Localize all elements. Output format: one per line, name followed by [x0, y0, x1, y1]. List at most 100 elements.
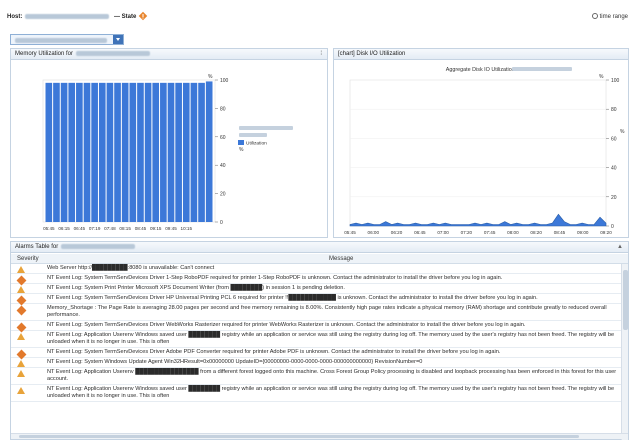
y-tick-label: 0 [220, 220, 223, 226]
host-selector-value [15, 37, 107, 43]
memory-chart: 020406080100%%05:45 06:15 06:45 07:19 07:48 0… [42, 74, 293, 231]
state-warning-icon[interactable] [138, 11, 148, 21]
plot-area [349, 79, 607, 227]
table-row[interactable]: NT Event Log: System TermServDevices Dri… [11, 321, 621, 333]
vertical-scrollbar[interactable] [621, 264, 628, 440]
memory-panel-header: Memory Utilization for ⁞ [11, 49, 327, 60]
y-tick-label: 100 [220, 78, 229, 84]
x-tick-label: 05:45 [344, 230, 356, 235]
severity-cell [16, 275, 27, 286]
message-cell: NT Event Log: Application Userenv Window… [47, 386, 615, 399]
x-tick-label: 07:19 [89, 226, 101, 231]
scroll-thumb[interactable] [623, 270, 628, 330]
y-top-marker: % [599, 74, 604, 80]
disk-io-panel: [chart] Disk I/O Utilization Aggregate D… [333, 48, 629, 238]
bar [152, 82, 160, 222]
table-row[interactable]: Web Server http://█████████:8080 is unav… [11, 264, 621, 274]
memory-panel-host-redacted [76, 51, 151, 56]
severity-cell [16, 305, 27, 316]
table-row[interactable]: NT Event Log: System Print Printer Micro… [11, 284, 621, 294]
y-tick-label: 80 [220, 106, 226, 112]
table-row[interactable]: NT Event Log: Application Userenv ██████… [11, 368, 621, 385]
x-tick-label: 08:45 [554, 230, 566, 235]
severity-cell [17, 333, 25, 340]
severity-cell [17, 370, 25, 377]
x-tick-label: 09:45 [165, 226, 177, 231]
col-message[interactable]: Message [329, 256, 353, 262]
y-tick-label: 40 [611, 166, 617, 172]
x-tick-label: 06:45 [414, 230, 426, 235]
x-tick-label: 07:00 [437, 230, 449, 235]
severity-cell [17, 387, 25, 394]
severity-cell [17, 360, 25, 367]
table-row[interactable]: Memory_Shortage : The Page Rate is avera… [11, 304, 621, 321]
x-tick-label: 07:45 [484, 230, 496, 235]
bar [45, 82, 53, 222]
warning-icon [17, 387, 25, 394]
severity-cell [17, 266, 25, 273]
y-tick-label: 60 [611, 136, 617, 142]
hscroll-thumb[interactable] [19, 435, 579, 438]
legend-swatch [238, 140, 244, 145]
bar [129, 82, 137, 222]
host-selector[interactable] [10, 34, 124, 45]
x-tick-label: 08:00 [507, 230, 519, 235]
bar [83, 82, 91, 222]
warning-icon [17, 370, 25, 377]
bar [137, 82, 144, 222]
disk-chart: Aggregate Disk IO Utilization on02040608… [344, 67, 625, 235]
host-label: Host: [7, 14, 23, 20]
pin-icon[interactable]: ⁞ [320, 51, 322, 57]
critical-icon [16, 305, 27, 316]
bar [175, 82, 182, 222]
table-row[interactable]: NT Event Log: System TermServDevices Dri… [11, 294, 621, 306]
y-tick-label: 40 [220, 163, 226, 169]
col-severity[interactable]: Severity [17, 256, 39, 262]
x-tick-label: 09:00 [577, 230, 589, 235]
message-cell: NT Event Log: System TermServDevices Dri… [47, 295, 538, 301]
time-range-label: time range [599, 14, 628, 20]
warning-icon [17, 266, 25, 273]
warning-icon [17, 333, 25, 340]
y-tick-label: 100 [611, 78, 620, 84]
host-name-redacted [25, 14, 109, 19]
x-tick-label: 06:00 [368, 230, 380, 235]
y-top-marker: % [208, 74, 213, 80]
severity-cell [16, 349, 27, 360]
message-cell: NT Event Log: System TermServDevices Dri… [47, 322, 526, 328]
chevron-down-icon[interactable] [113, 35, 123, 44]
table-row[interactable]: NT Event Log: System TermServDevices Dri… [11, 274, 621, 286]
severity-cell [17, 286, 25, 293]
x-tick-label: 08:45 [135, 226, 147, 231]
y-tick-label: 20 [611, 195, 617, 201]
severity-cell [16, 322, 27, 333]
legend-host-redacted [239, 133, 267, 137]
disk-panel-title: [chart] Disk I/O Utilization [338, 51, 406, 57]
message-cell: NT Event Log: Application Userenv ██████… [47, 369, 617, 382]
message-cell: NT Event Log: System Windows Update Agen… [47, 359, 423, 365]
message-cell: NT Event Log: System TermServDevices Dri… [47, 349, 501, 355]
x-tick-label: 06:15 [58, 226, 70, 231]
x-tick-label: 08:20 [530, 230, 542, 235]
horizontal-scrollbar[interactable] [11, 433, 628, 439]
table-row[interactable]: NT Event Log: Application Userenv Window… [11, 331, 621, 348]
warning-icon [17, 286, 25, 293]
bar [198, 82, 205, 222]
collapse-icon[interactable]: ▲ [617, 244, 623, 250]
y-unit: % [620, 129, 625, 135]
table-row[interactable]: NT Event Log: System Windows Update Agen… [11, 358, 621, 368]
table-row[interactable]: NT Event Log: Application Userenv Window… [11, 385, 621, 402]
x-tick-label: 06:20 [391, 230, 403, 235]
message-cell: NT Event Log: System Print Printer Micro… [47, 285, 345, 291]
y-tick-label: 80 [611, 107, 617, 113]
x-tick-label: 07:20 [461, 230, 473, 235]
host-bar: Host: — State time range [0, 0, 638, 28]
bar [114, 82, 121, 222]
bar [91, 82, 98, 222]
bar [68, 82, 76, 222]
bar [182, 82, 190, 222]
bar [160, 82, 167, 222]
alarms-host-redacted [61, 244, 136, 249]
time-range-button[interactable]: time range [591, 13, 628, 20]
table-row[interactable]: NT Event Log: System TermServDevices Dri… [11, 348, 621, 360]
